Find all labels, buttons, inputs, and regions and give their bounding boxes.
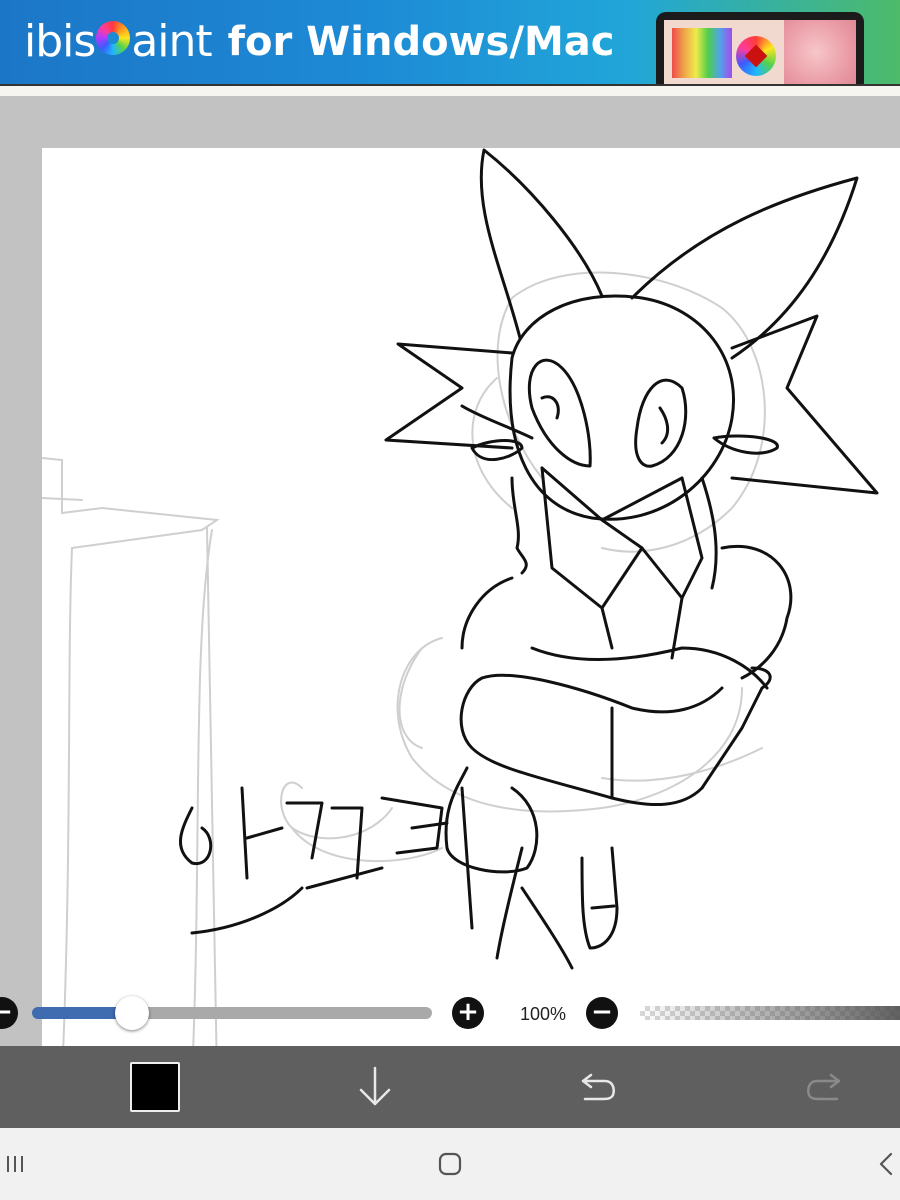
drawing-canvas[interactable] [42, 148, 900, 1078]
color-wheel-icon [96, 20, 131, 55]
palette-graphic [672, 28, 732, 78]
opacity-label: 100% [520, 1004, 567, 1024]
ad-banner[interactable]: ibis aint for Windows/Mac [0, 0, 900, 84]
bottom-toolbar [0, 1046, 900, 1128]
decrease-opacity-button[interactable]: − [586, 997, 618, 1029]
increase-size-button[interactable]: + [452, 997, 484, 1029]
back-icon [879, 1152, 893, 1176]
home-icon [438, 1152, 462, 1176]
color-wheel-graphic [736, 36, 776, 76]
banner-tagline: for Windows/Mac [227, 18, 615, 67]
brush-control-row: − + 100% − [0, 990, 900, 1036]
undo-icon [581, 1073, 615, 1101]
color-swatch-button[interactable] [120, 1046, 190, 1128]
artwork-thumbnail [784, 20, 856, 84]
slider-knob[interactable] [115, 996, 149, 1030]
banner-divider [0, 84, 900, 96]
banner-content: ibis aint for Windows/Mac [24, 16, 614, 67]
back-button[interactable] [870, 1146, 900, 1182]
redo-button[interactable] [788, 1046, 858, 1128]
sketch-drawing [42, 148, 879, 1078]
color-swatch-icon [130, 1062, 180, 1112]
logo-text-prefix: ibis [24, 16, 96, 67]
tablet-image [656, 12, 864, 84]
logo-text-suffix: aint [131, 16, 212, 67]
brush-size-slider[interactable] [32, 996, 432, 1030]
recent-apps-button[interactable] [0, 1146, 30, 1182]
down-arrow-icon [359, 1066, 391, 1106]
recent-apps-icon [7, 1156, 23, 1172]
ibispaint-logo: ibis aint [24, 16, 213, 67]
download-button[interactable] [340, 1046, 410, 1128]
system-nav-bar [0, 1128, 900, 1200]
opacity-slider[interactable] [640, 1006, 900, 1020]
tablet-screen [664, 20, 856, 84]
undo-button[interactable] [564, 1046, 634, 1128]
redo-icon [807, 1073, 841, 1101]
home-button[interactable] [430, 1146, 470, 1182]
decrease-size-button[interactable]: − [0, 997, 18, 1029]
